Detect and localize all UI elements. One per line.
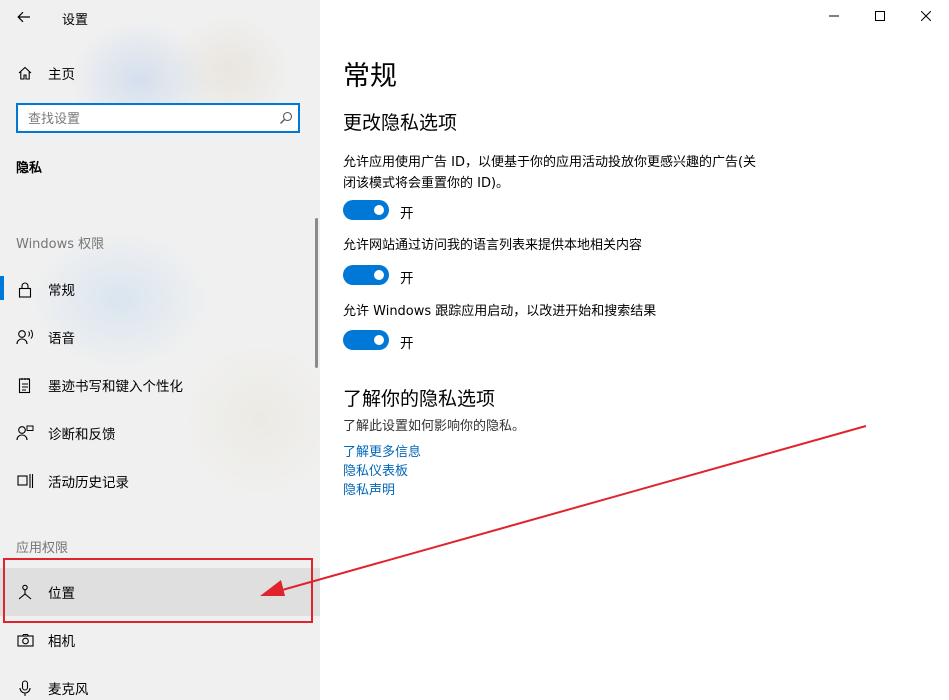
minimize-button[interactable]	[811, 0, 857, 32]
toggle-knob	[374, 205, 384, 215]
option-description-line: 允许应用使用广告 ID，以便基于你的应用活动投放你更感兴趣的广告(关	[343, 155, 757, 170]
option-description-language-list: 允许网站通过访问我的语言列表来提供本地相关内容	[343, 238, 643, 253]
toggle-app-tracking[interactable]	[343, 330, 389, 350]
sidebar-item-label: 语音	[48, 331, 75, 347]
option-description-line: 闭该模式将会重置你的 ID)。	[343, 176, 510, 191]
section-heading-know-privacy: 了解你的隐私选项	[343, 388, 496, 410]
maximize-button[interactable]	[857, 0, 903, 32]
feedback-person-icon	[16, 424, 34, 442]
toggle-knob	[374, 335, 384, 345]
section-title: 隐私	[16, 161, 43, 176]
sidebar-item-microphone[interactable]: 麦克风	[0, 664, 320, 700]
back-arrow-icon	[17, 11, 30, 23]
sidebar-item-home[interactable]: 主页	[0, 49, 320, 97]
toggle-state-label: 开	[400, 206, 414, 222]
section-heading-change-privacy: 更改隐私选项	[343, 112, 458, 134]
search-input[interactable]	[26, 110, 270, 128]
sidebar-item-inking[interactable]: 墨迹书写和键入个性化	[0, 361, 320, 409]
toggle-state-label: 开	[400, 336, 414, 352]
camera-icon	[16, 631, 34, 649]
toggle-state-label: 开	[400, 271, 414, 287]
option-description-app-tracking: 允许 Windows 跟踪应用启动，以改进开始和搜索结果	[343, 304, 657, 319]
link-privacy-statement[interactable]: 隐私声明	[343, 479, 395, 498]
toggle-language-list[interactable]	[343, 265, 389, 285]
sidebar-item-label: 麦克风	[48, 682, 89, 698]
section-description: 了解此设置如何影响你的隐私。	[343, 419, 526, 434]
lock-icon	[16, 280, 34, 298]
sidebar-item-label: 活动历史记录	[48, 475, 129, 491]
page-title: 常规	[343, 61, 397, 92]
toggle-advertising-id[interactable]	[343, 200, 389, 220]
close-button[interactable]	[903, 0, 949, 32]
home-label: 主页	[48, 67, 75, 83]
sidebar-item-diagnostics[interactable]: 诊断和反馈	[0, 409, 320, 457]
search-box[interactable]	[16, 103, 300, 133]
microphone-icon	[16, 679, 34, 697]
sidebar-scrollbar[interactable]	[315, 218, 318, 368]
home-icon	[16, 64, 34, 82]
annotation-highlight-box	[3, 558, 313, 623]
toggle-knob	[374, 270, 384, 280]
sidebar-item-label: 诊断和反馈	[48, 427, 116, 443]
link-privacy-dashboard[interactable]: 隐私仪表板	[343, 460, 408, 479]
option-description-advertising-id: 允许应用使用广告 ID，以便基于你的应用活动投放你更感兴趣的广告(关 闭该模式将…	[343, 152, 756, 194]
sidebar-item-camera[interactable]: 相机	[0, 616, 320, 664]
maximize-icon	[875, 11, 885, 21]
notepad-icon	[16, 376, 34, 394]
sidebar-item-general[interactable]: 常规	[0, 265, 320, 313]
sidebar-item-label: 相机	[48, 634, 75, 650]
group-header-app: 应用权限	[16, 541, 69, 556]
sidebar-item-speech[interactable]: 语音	[0, 313, 320, 361]
timeline-icon	[16, 472, 34, 490]
link-learn-more[interactable]: 了解更多信息	[343, 441, 421, 460]
sidebar-item-label: 常规	[48, 283, 75, 299]
sidebar-item-activity-history[interactable]: 活动历史记录	[0, 457, 320, 505]
group-header-windows: Windows 权限	[16, 237, 105, 252]
app-title: 设置	[62, 13, 89, 28]
minimize-icon	[829, 15, 839, 17]
sidebar-item-label: 墨迹书写和键入个性化	[48, 379, 183, 395]
back-button[interactable]	[10, 3, 38, 31]
search-icon	[280, 111, 293, 124]
speech-icon	[16, 328, 34, 346]
close-icon	[921, 11, 931, 21]
